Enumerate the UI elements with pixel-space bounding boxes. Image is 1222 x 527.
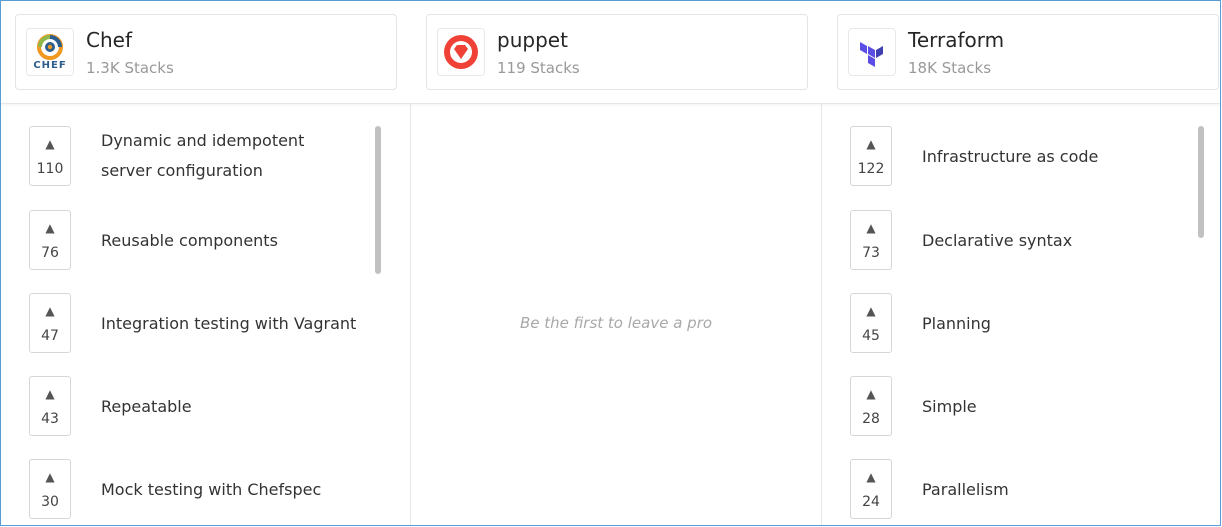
tool-stacks-count: 18K Stacks xyxy=(908,59,992,77)
pro-text: Declarative syntax xyxy=(922,231,1073,250)
pro-text: Reusable components xyxy=(101,231,278,250)
upvote-arrow-icon: ▲ xyxy=(866,304,876,318)
vote-count: 30 xyxy=(41,494,59,510)
tool-headers: CHEF Chef 1.3K Stacks puppet 119 Stacks xyxy=(1,7,1220,103)
pro-text: Repeatable xyxy=(101,397,192,416)
chef-logo-text: CHEF xyxy=(33,59,67,71)
pro-item: ▲ 122 Infrastructure as code xyxy=(850,126,1210,192)
terraform-logo-icon xyxy=(848,28,896,76)
pros-columns: ▲ 110 Dynamic and idempotent server conf… xyxy=(1,103,1220,525)
puppet-emblem-icon xyxy=(444,35,478,69)
upvote-arrow-icon: ▲ xyxy=(866,221,876,235)
upvote-button[interactable]: ▲ 73 xyxy=(850,210,892,270)
vote-count: 43 xyxy=(41,411,59,427)
pro-item: ▲ 73 Declarative syntax xyxy=(850,210,1210,276)
upvote-button[interactable]: ▲ 30 xyxy=(29,459,71,519)
tool-card-terraform[interactable]: Terraform 18K Stacks xyxy=(837,14,1219,90)
upvote-button[interactable]: ▲ 43 xyxy=(29,376,71,436)
upvote-arrow-icon: ▲ xyxy=(45,387,55,401)
pro-text: Mock testing with Chefspec xyxy=(101,480,322,499)
comparison-frame: CHEF Chef 1.3K Stacks puppet 119 Stacks xyxy=(0,0,1221,526)
pro-text: Simple xyxy=(922,397,977,416)
vote-count: 24 xyxy=(862,494,880,510)
upvote-arrow-icon: ▲ xyxy=(866,470,876,484)
pro-item: ▲ 76 Reusable components xyxy=(29,210,389,276)
tool-card-chef[interactable]: CHEF Chef 1.3K Stacks xyxy=(15,14,397,90)
pros-column-puppet: Be the first to leave a pro xyxy=(410,104,822,525)
upvote-arrow-icon: ▲ xyxy=(45,470,55,484)
pro-item: ▲ 45 Planning xyxy=(850,293,1210,359)
vote-count: 110 xyxy=(36,161,64,177)
scrollbar-thumb[interactable] xyxy=(1198,126,1204,238)
upvote-button[interactable]: ▲ 24 xyxy=(850,459,892,519)
scrollbar-thumb[interactable] xyxy=(375,126,381,274)
vote-count: 47 xyxy=(41,328,59,344)
upvote-arrow-icon: ▲ xyxy=(866,137,876,151)
vote-count: 122 xyxy=(857,161,885,177)
puppet-logo-icon xyxy=(437,28,485,76)
pro-item: ▲ 43 Repeatable xyxy=(29,376,389,442)
empty-pros-message: Be the first to leave a pro xyxy=(519,314,713,332)
tool-name[interactable]: Terraform xyxy=(908,28,1004,52)
upvote-button[interactable]: ▲ 122 xyxy=(850,126,892,186)
terraform-emblem-icon xyxy=(860,42,883,67)
upvote-button[interactable]: ▲ 45 xyxy=(850,293,892,353)
vote-count: 76 xyxy=(41,245,59,261)
pro-item: ▲ 47 Integration testing with Vagrant xyxy=(29,293,389,359)
pro-text: Integration testing with Vagrant xyxy=(101,314,357,333)
chef-emblem-icon xyxy=(37,33,63,60)
pro-text: Planning xyxy=(922,314,991,333)
pro-text-line: Dynamic and idempotent xyxy=(101,131,305,150)
pros-column-chef[interactable]: ▲ 110 Dynamic and idempotent server conf… xyxy=(1,104,411,525)
vote-count: 28 xyxy=(862,411,880,427)
pro-text: Parallelism xyxy=(922,480,1009,499)
pro-item: ▲ 30 Mock testing with Chefspec xyxy=(29,459,389,525)
pro-item: ▲ 110 Dynamic and idempotent server conf… xyxy=(29,126,389,192)
pro-item: ▲ 28 Simple xyxy=(850,376,1210,442)
upvote-button[interactable]: ▲ 47 xyxy=(29,293,71,353)
upvote-button[interactable]: ▲ 28 xyxy=(850,376,892,436)
upvote-arrow-icon: ▲ xyxy=(45,304,55,318)
pro-text: Infrastructure as code xyxy=(922,147,1099,166)
upvote-button[interactable]: ▲ 76 xyxy=(29,210,71,270)
vote-count: 45 xyxy=(862,328,880,344)
vote-count: 73 xyxy=(862,245,880,261)
tool-name[interactable]: puppet xyxy=(497,28,568,52)
tool-stacks-count: 119 Stacks xyxy=(497,59,580,77)
upvote-arrow-icon: ▲ xyxy=(45,221,55,235)
pro-text-line: server configuration xyxy=(101,161,263,180)
upvote-button[interactable]: ▲ 110 xyxy=(29,126,71,186)
chef-logo-icon: CHEF xyxy=(26,28,74,76)
upvote-arrow-icon: ▲ xyxy=(866,387,876,401)
tool-card-puppet[interactable]: puppet 119 Stacks xyxy=(426,14,808,90)
tool-stacks-count: 1.3K Stacks xyxy=(86,59,174,77)
pro-item: ▲ 24 Parallelism xyxy=(850,459,1210,525)
upvote-arrow-icon: ▲ xyxy=(45,137,55,151)
tool-name[interactable]: Chef xyxy=(86,28,132,52)
pros-column-terraform[interactable]: ▲ 122 Infrastructure as code ▲ 73 Declar… xyxy=(822,104,1220,525)
